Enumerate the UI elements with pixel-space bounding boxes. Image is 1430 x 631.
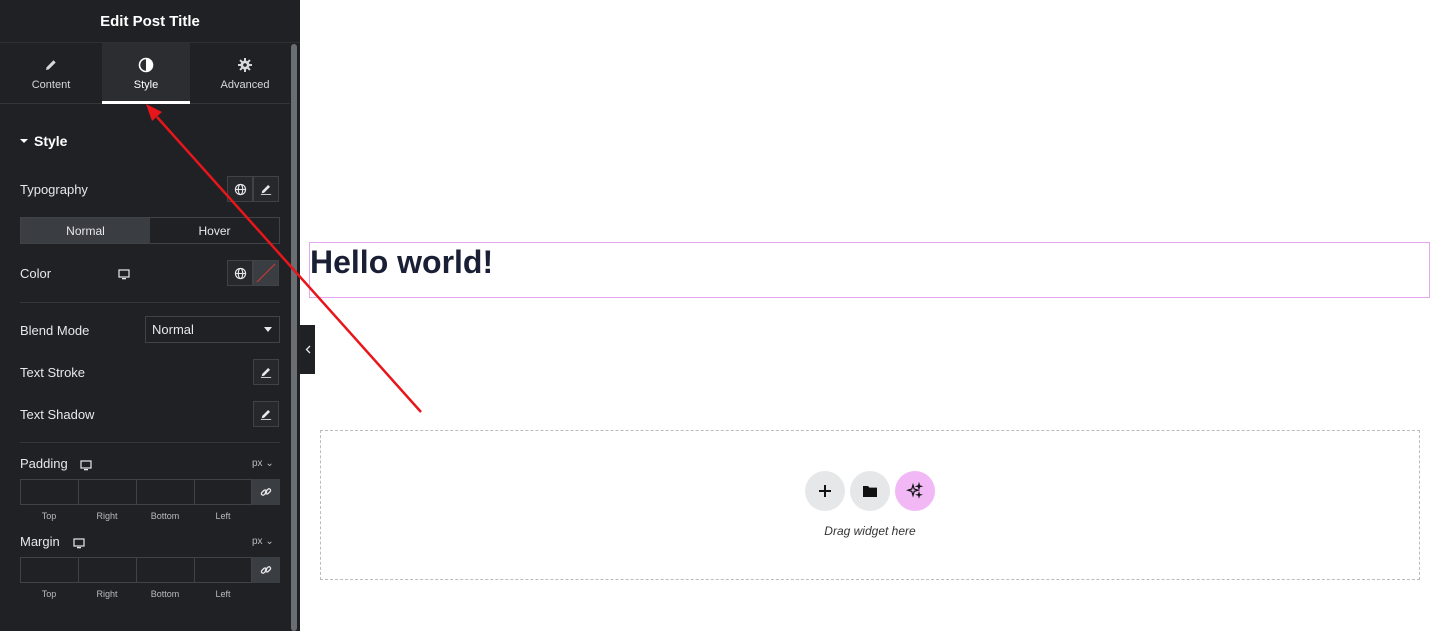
panel-scrollbar[interactable] — [291, 44, 297, 631]
chevron-left-icon — [305, 345, 310, 354]
padding-top-input[interactable] — [20, 479, 78, 505]
no-color-slash-icon — [256, 263, 276, 283]
typography-label: Typography — [20, 182, 88, 197]
right-label: Right — [96, 589, 118, 599]
style-section-toggle[interactable]: Style — [20, 133, 67, 149]
margin-inputs — [20, 557, 280, 583]
desktop-icon[interactable] — [118, 267, 130, 285]
margin-bottom-input[interactable] — [136, 557, 194, 583]
divider — [20, 302, 280, 303]
text-shadow-label: Text Shadow — [20, 407, 95, 422]
color-globals-button[interactable] — [227, 260, 253, 286]
blend-mode-select[interactable]: Normal — [145, 316, 280, 343]
panel-tabs: Content Style Advanced — [0, 43, 290, 104]
color-picker-swatch[interactable] — [253, 260, 279, 286]
tab-content-label: Content — [31, 78, 71, 91]
ai-assistant-button[interactable] — [895, 471, 935, 511]
pencil-icon — [260, 184, 272, 195]
tab-advanced-label: Advanced — [220, 78, 270, 91]
padding-unit: px — [252, 458, 263, 469]
add-widget-button[interactable] — [805, 471, 845, 511]
color-label: Color — [20, 266, 52, 281]
padding-label: Padding — [20, 456, 68, 471]
tab-advanced[interactable]: Advanced — [190, 43, 300, 103]
globe-icon — [234, 267, 246, 279]
pencil-icon — [260, 409, 272, 420]
tab-style-label: Style — [133, 78, 159, 91]
panel-title: Edit Post Title — [0, 0, 300, 43]
margin-unit: px — [252, 536, 263, 547]
margin-link-button[interactable] — [252, 557, 280, 583]
half-circle-icon — [138, 56, 154, 74]
padding-link-button[interactable] — [252, 479, 280, 505]
normal-state-tab[interactable]: Normal — [21, 218, 150, 243]
hover-state-tab[interactable]: Hover — [150, 218, 279, 243]
globe-icon — [234, 183, 246, 195]
padding-right-input[interactable] — [78, 479, 136, 505]
left-label: Left — [215, 589, 231, 599]
tab-style[interactable]: Style — [102, 43, 190, 104]
top-label: Top — [41, 589, 57, 599]
style-section-title: Style — [34, 133, 68, 149]
padding-labels: Top Right Bottom Left — [20, 511, 252, 521]
text-stroke-edit-button[interactable] — [253, 359, 279, 385]
drop-zone-hint: Drag widget here — [824, 524, 916, 538]
text-shadow-edit-button[interactable] — [253, 401, 279, 427]
chevron-down-icon — [264, 327, 272, 332]
desktop-icon[interactable] — [80, 458, 92, 476]
padding-inputs — [20, 479, 280, 505]
text-stroke-label: Text Stroke — [20, 365, 86, 380]
left-label: Left — [215, 511, 231, 521]
editor-panel: Edit Post Title Content Style Advanced S… — [0, 0, 300, 631]
divider — [20, 442, 280, 443]
typography-edit-button[interactable] — [253, 176, 279, 202]
top-label: Top — [41, 511, 57, 521]
link-icon — [260, 488, 272, 496]
typography-globals-button[interactable] — [227, 176, 253, 202]
right-label: Right — [96, 511, 118, 521]
template-library-button[interactable] — [850, 471, 890, 511]
folder-icon — [863, 486, 877, 497]
pencil-icon — [44, 56, 58, 74]
pencil-icon — [260, 367, 272, 378]
margin-top-input[interactable] — [20, 557, 78, 583]
tab-content[interactable]: Content — [0, 43, 102, 103]
margin-unit-select[interactable]: px ⌄ — [252, 536, 274, 547]
blend-mode-value: Normal — [152, 322, 194, 337]
chevron-down-icon: ⌄ — [265, 458, 274, 469]
margin-labels: Top Right Bottom Left — [20, 589, 252, 599]
padding-unit-select[interactable]: px ⌄ — [252, 458, 274, 469]
bottom-label: Bottom — [150, 511, 180, 521]
sparkle-icon — [906, 482, 924, 499]
collapse-panel-button[interactable] — [300, 325, 315, 374]
caret-down-icon — [20, 139, 28, 143]
gear-icon — [237, 56, 253, 74]
margin-label: Margin — [20, 534, 60, 549]
chevron-down-icon: ⌄ — [265, 536, 274, 547]
padding-bottom-input[interactable] — [136, 479, 194, 505]
plus-icon — [819, 485, 831, 497]
desktop-icon[interactable] — [73, 536, 85, 554]
post-title-heading[interactable]: Hello world! — [310, 244, 493, 281]
bottom-label: Bottom — [150, 589, 180, 599]
link-icon — [260, 566, 272, 574]
margin-right-input[interactable] — [78, 557, 136, 583]
padding-left-input[interactable] — [194, 479, 252, 505]
margin-left-input[interactable] — [194, 557, 252, 583]
blend-mode-label: Blend Mode — [20, 323, 90, 338]
state-toggle: Normal Hover — [20, 217, 280, 244]
